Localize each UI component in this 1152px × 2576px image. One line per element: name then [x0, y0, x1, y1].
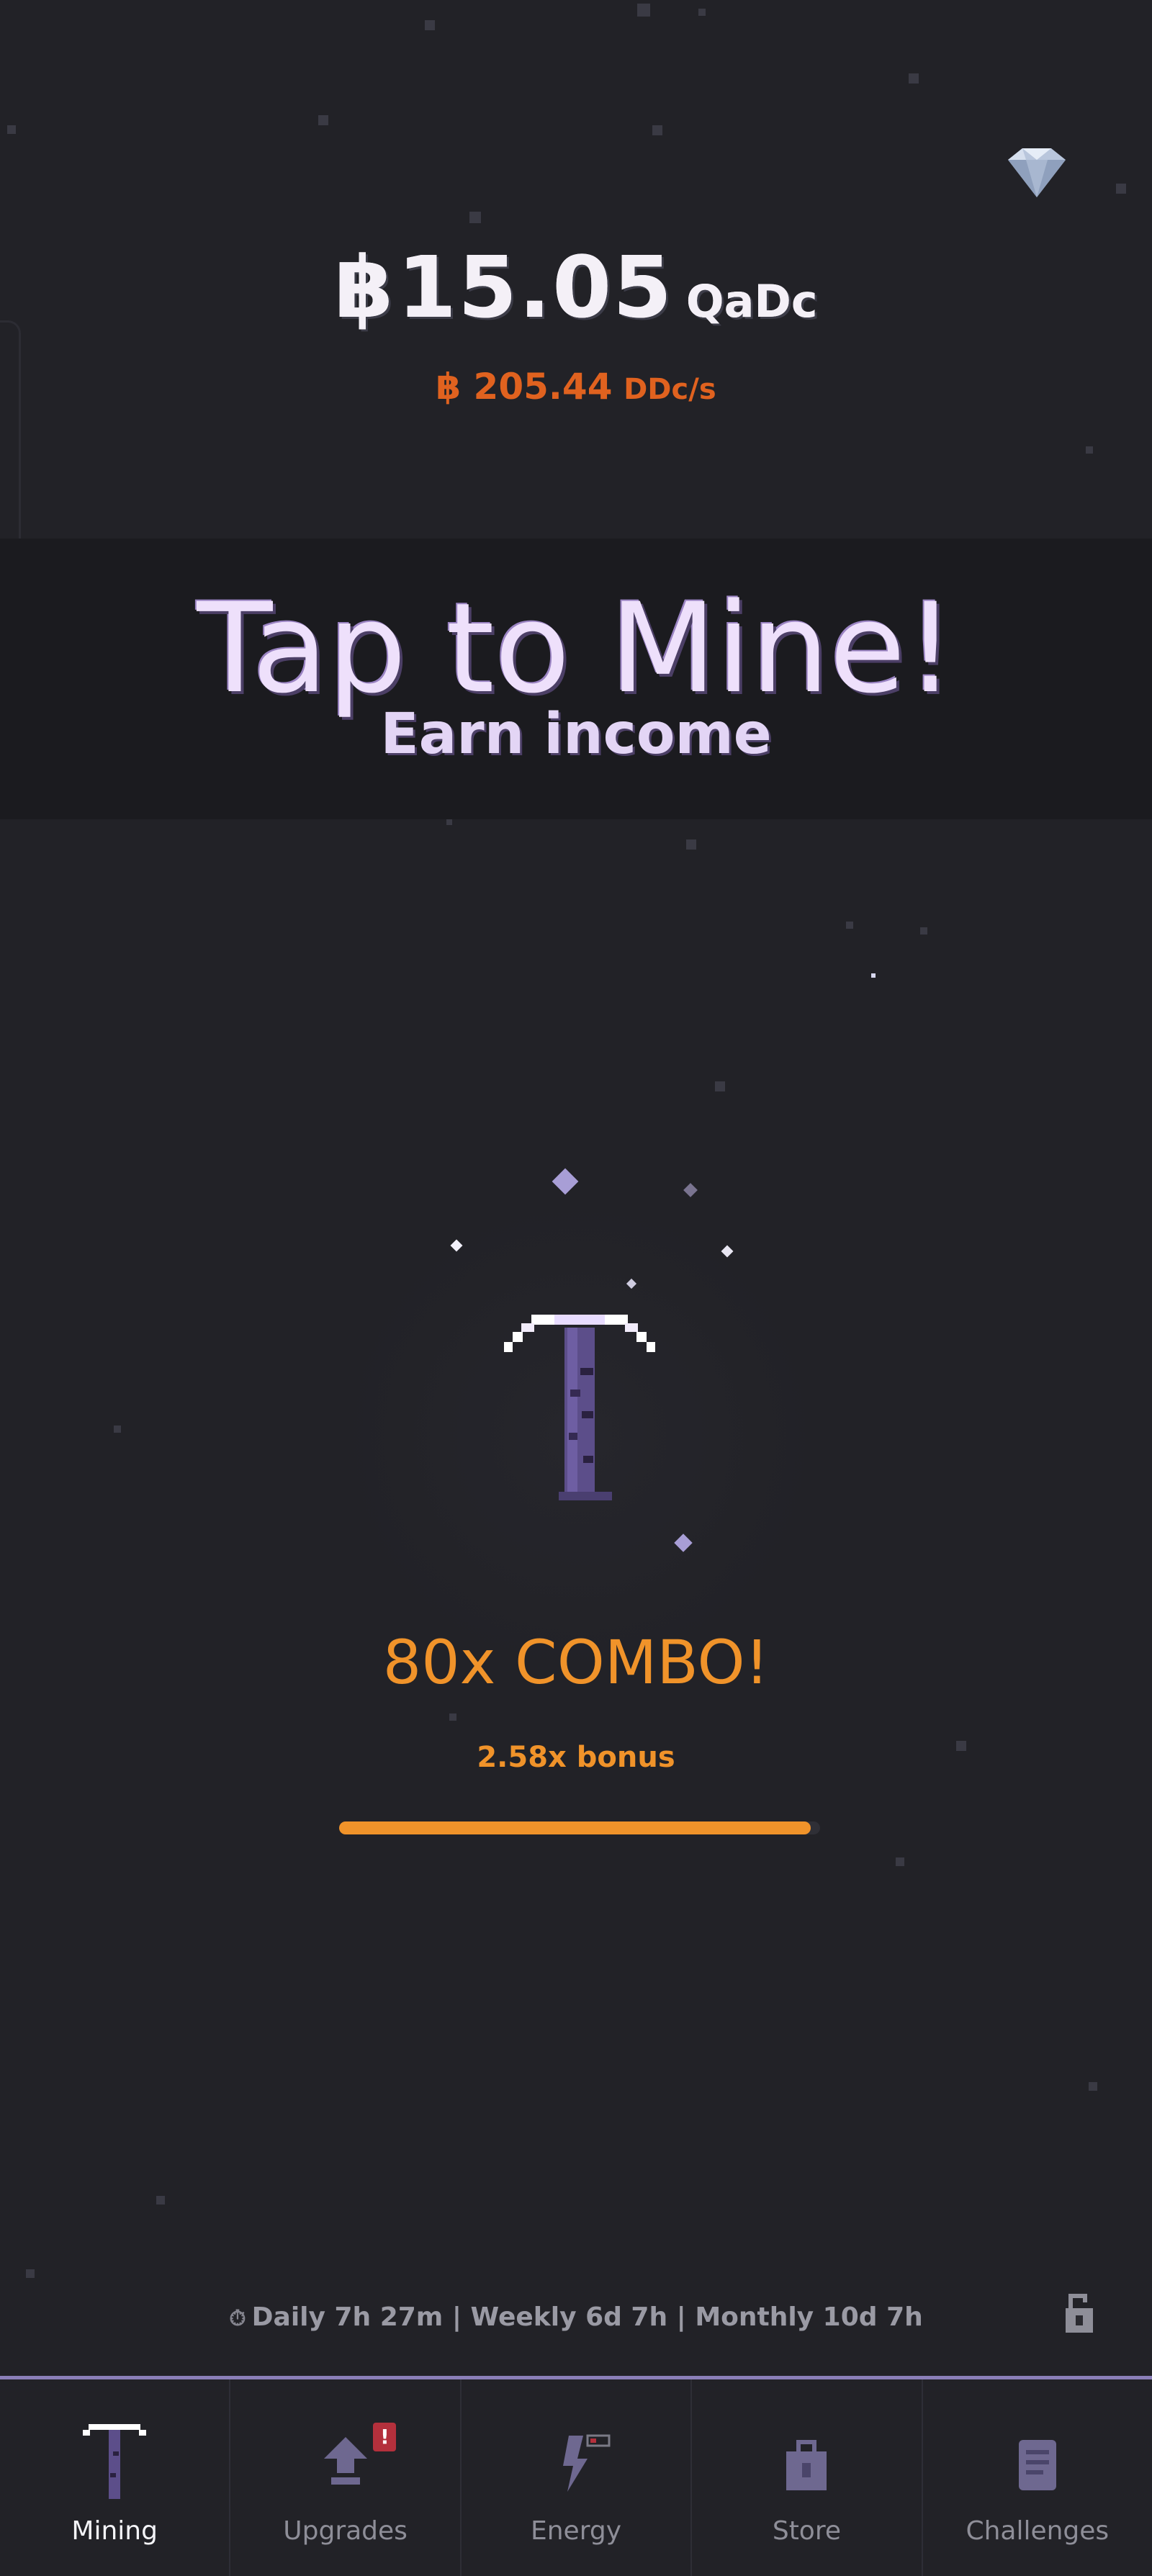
nav-tab-energy[interactable]: Energy — [462, 2379, 693, 2576]
nav-label: Store — [772, 2516, 841, 2546]
timers-text: Daily 7h 27m | Weekly 6d 7h | Monthly 10… — [251, 2302, 923, 2332]
banner-subtitle: Earn income — [380, 702, 772, 767]
currency-symbol: ฿ — [334, 238, 394, 337]
diamond-icon[interactable] — [997, 144, 1076, 202]
rate-unit: DDc/s — [624, 373, 716, 406]
pickaxe-tap-button[interactable] — [490, 1303, 670, 1512]
pickaxe-icon — [83, 2424, 147, 2499]
nav-tab-store[interactable]: Store — [692, 2379, 923, 2576]
banner-title: Tap to Mine! — [197, 576, 955, 721]
balance-unit: QaDc — [685, 275, 818, 328]
combo-progress-bar — [339, 1821, 820, 1834]
bottom-navigation: Mining ! Upgrades Energy Store Challenge… — [0, 2376, 1152, 2576]
balance-display: ฿ 15.05 QaDc — [0, 238, 1152, 337]
shopping-bag-icon — [786, 2440, 827, 2490]
balance-value: 15.05 — [397, 238, 674, 337]
nav-tab-challenges[interactable]: Challenges — [923, 2379, 1152, 2576]
combo-progress-fill — [339, 1821, 811, 1834]
rate-value: ฿ 205.44 — [436, 366, 613, 407]
unlock-icon[interactable] — [1063, 2292, 1096, 2334]
nav-label: Challenges — [966, 2516, 1110, 2546]
reset-timers: ⏱ Daily 7h 27m | Weekly 6d 7h | Monthly 1… — [0, 2302, 1152, 2332]
nav-label: Mining — [71, 2516, 158, 2546]
nav-label: Energy — [530, 2516, 622, 2546]
clock-icon: ⏱ — [229, 2306, 246, 2331]
nav-tab-mining[interactable]: Mining — [0, 2379, 231, 2576]
scroll-icon — [1018, 2440, 1056, 2490]
combo-counter: 80x COMBO! — [382, 1627, 770, 1698]
sparkle — [552, 1168, 579, 1195]
sparkle — [683, 1183, 698, 1197]
income-rate: ฿ 205.44 DDc/s — [0, 366, 1152, 407]
notification-badge: ! — [373, 2423, 397, 2451]
lightning-icon — [563, 2434, 611, 2492]
nav-label: Upgrades — [283, 2516, 408, 2546]
upgrade-arrow-icon — [323, 2437, 367, 2485]
nav-tab-upgrades[interactable]: ! Upgrades — [230, 2379, 462, 2576]
combo-bonus: 2.58x bonus — [477, 1741, 675, 1774]
